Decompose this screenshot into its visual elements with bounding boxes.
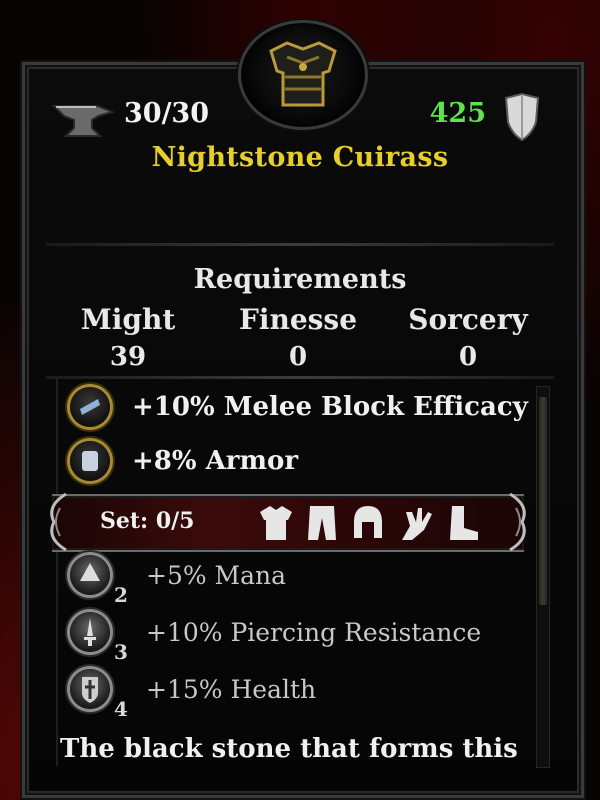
- armor-value: 425: [429, 98, 486, 129]
- cross-shield-icon: 4: [70, 669, 128, 721]
- set-bonus-row: 2 +5% Mana: [70, 552, 287, 607]
- armor-bonus-icon: [70, 441, 110, 481]
- chest-armor-icon: [269, 41, 337, 107]
- req-might-label: Might: [80, 303, 176, 336]
- bonus-text: +10% Melee Block Efficacy: [132, 392, 528, 422]
- legs-icon: [308, 506, 336, 540]
- req-finesse-label: Finesse: [238, 303, 358, 336]
- bonus-text: +8% Armor: [132, 446, 299, 476]
- set-bar: Set: 0/5: [50, 492, 526, 552]
- set-tier: 3: [114, 640, 128, 664]
- boots-icon: [450, 506, 478, 540]
- item-icon-frame: [238, 20, 368, 130]
- anvil-icon: [52, 105, 115, 137]
- shield-block-icon: [70, 387, 110, 427]
- set-bonus-text: +15% Health: [146, 674, 317, 704]
- set-label: Set: 0/5: [100, 508, 195, 534]
- req-might-value: 39: [109, 342, 147, 372]
- set-tier: 4: [114, 697, 128, 721]
- durability-value: 30/30: [124, 98, 210, 129]
- chest-icon: [260, 506, 292, 540]
- item-name: Nightstone Cuirass: [151, 142, 449, 173]
- ornament-right-icon: [509, 492, 526, 552]
- set-bonus-text: +10% Piercing Resistance: [146, 617, 482, 647]
- dagger-icon: 3: [70, 612, 128, 664]
- gloves-icon: [402, 508, 432, 540]
- set-bonus-row: 3 +10% Piercing Resistance: [70, 609, 482, 664]
- item-description: The black stone that forms this: [60, 734, 518, 764]
- helm-icon: [354, 506, 382, 538]
- req-sorcery-label: Sorcery: [408, 303, 528, 336]
- ornament-left-icon: [50, 492, 67, 552]
- requirements-title: Requirements: [193, 264, 407, 295]
- set-bonus-row: 4 +15% Health: [70, 666, 317, 721]
- req-sorcery-value: 0: [458, 342, 478, 372]
- shield-icon: [504, 92, 540, 142]
- divider: [46, 243, 554, 246]
- mana-orb-icon: 2: [70, 555, 128, 607]
- bonus-row: +8% Armor: [70, 438, 298, 484]
- scrollbar-thumb[interactable]: [539, 397, 547, 605]
- scrollbar[interactable]: [536, 386, 550, 768]
- req-finesse-value: 0: [288, 342, 308, 372]
- set-bonus-text: +5% Mana: [146, 560, 287, 590]
- bonus-row: +10% Melee Block Efficacy: [70, 384, 528, 430]
- set-tier: 2: [114, 583, 128, 607]
